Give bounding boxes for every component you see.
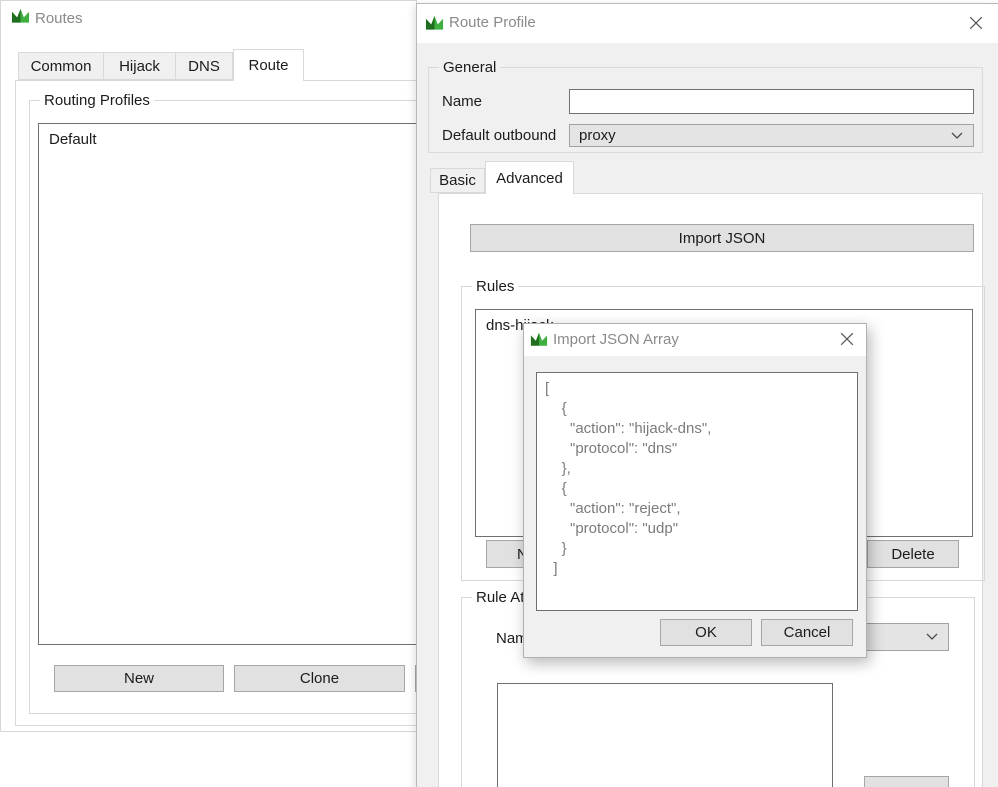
profiles-new-button-label: New	[124, 670, 154, 687]
default-outbound-label: Default outbound	[442, 127, 556, 144]
json-array-input[interactable]: [ { "action": "hijack-dns", "protocol": …	[536, 372, 858, 611]
tab-common[interactable]: Common	[18, 52, 104, 80]
close-icon[interactable]	[838, 330, 856, 348]
app-crown-icon	[11, 7, 30, 29]
profiles-new-button[interactable]: New	[54, 665, 224, 692]
routing-profiles-group: Routing Profiles Default New Clone	[29, 100, 431, 714]
tab-basic-label: Basic	[439, 172, 476, 189]
general-group-label: General	[439, 59, 500, 76]
import-json-dialog-title: Import JSON Array	[553, 331, 679, 348]
chevron-down-icon	[926, 633, 938, 641]
tab-advanced[interactable]: Advanced	[485, 161, 574, 194]
import-json-button[interactable]: Import JSON	[470, 224, 974, 252]
app-crown-icon	[530, 331, 548, 352]
routes-titlebar[interactable]: Routes	[1, 1, 416, 39]
cancel-button[interactable]: Cancel	[761, 619, 853, 646]
screen: Routes Common Hijack DNS Route Routing P…	[0, 0, 998, 787]
tab-hijack-label: Hijack	[119, 58, 160, 75]
ok-button[interactable]: OK	[660, 619, 752, 646]
rule-delete-button-label: Delete	[891, 546, 934, 563]
rule-payload-textarea[interactable]	[497, 683, 833, 787]
import-json-dialog: Import JSON Array [ { "action": "hijack-…	[523, 323, 867, 658]
default-outbound-select[interactable]: proxy	[569, 124, 974, 147]
name-label: Name	[442, 93, 482, 110]
routes-window-title: Routes	[35, 10, 83, 27]
ok-button-label: OK	[695, 624, 717, 641]
default-outbound-value: proxy	[579, 127, 616, 144]
tab-common-label: Common	[31, 58, 92, 75]
import-json-titlebar[interactable]: Import JSON Array	[524, 324, 866, 356]
general-group: General Name Default outbound proxy	[428, 67, 983, 153]
profiles-clone-button[interactable]: Clone	[234, 665, 405, 692]
tab-basic[interactable]: Basic	[430, 168, 485, 193]
route-profile-titlebar[interactable]: Route Profile	[417, 4, 998, 43]
tab-route[interactable]: Route	[233, 49, 304, 81]
chevron-down-icon	[951, 132, 963, 140]
close-icon[interactable]	[967, 14, 985, 32]
tab-hijack[interactable]: Hijack	[103, 52, 176, 80]
profiles-clone-button-label: Clone	[300, 670, 339, 687]
tab-advanced-label: Advanced	[496, 170, 563, 187]
tab-route-label: Route	[248, 57, 288, 74]
tab-dns[interactable]: DNS	[175, 52, 233, 80]
import-json-button-label: Import JSON	[679, 230, 766, 247]
rule-attr-partial-button[interactable]	[864, 776, 949, 787]
rule-delete-button[interactable]: Delete	[867, 540, 959, 568]
rules-group-label: Rules	[472, 278, 518, 295]
routing-profiles-group-label: Routing Profiles	[40, 92, 154, 109]
profiles-listbox[interactable]: Default	[38, 123, 436, 645]
profile-list-item[interactable]: Default	[39, 124, 435, 148]
cancel-button-label: Cancel	[784, 624, 831, 641]
tab-dns-label: DNS	[188, 58, 220, 75]
name-field[interactable]	[569, 89, 974, 114]
app-crown-icon	[425, 14, 444, 36]
route-profile-title: Route Profile	[449, 14, 536, 31]
routes-window: Routes Common Hijack DNS Route Routing P…	[0, 0, 417, 732]
